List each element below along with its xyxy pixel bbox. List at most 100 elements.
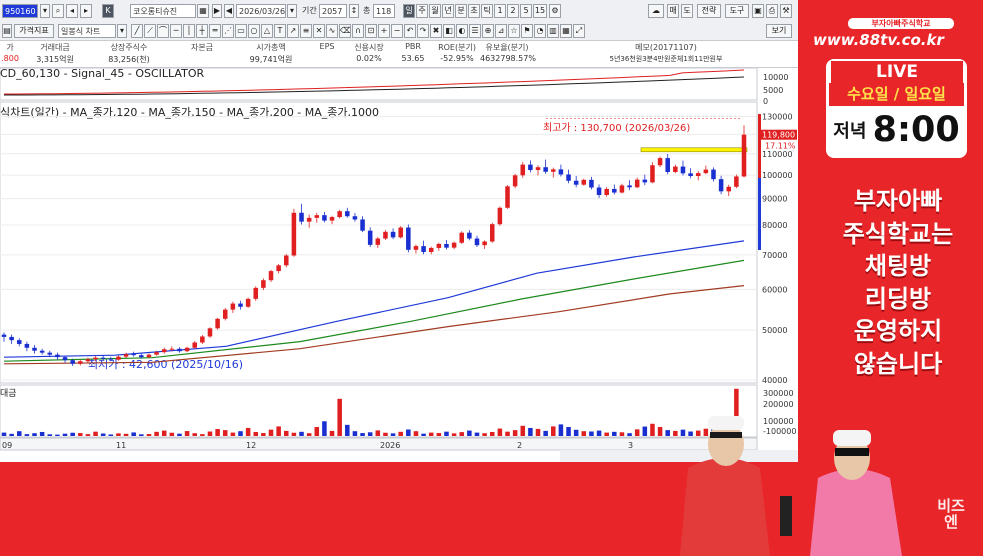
candle-body	[406, 227, 411, 250]
macd-panel	[0, 67, 758, 101]
candle-body	[352, 216, 358, 220]
channel-name: 부자아빠주식학교	[848, 18, 954, 29]
volume-bar	[337, 398, 342, 436]
candle-body	[398, 227, 403, 238]
volume-bar	[581, 431, 587, 436]
candle-body	[566, 174, 571, 181]
volume-bar	[62, 433, 68, 436]
candle-body	[192, 342, 197, 348]
volume-bar	[154, 431, 159, 436]
volume-bar	[489, 431, 495, 436]
volume-bar	[528, 427, 533, 436]
candle-body	[741, 134, 747, 177]
candle-body	[337, 211, 342, 218]
volume-bar	[108, 434, 114, 436]
volume-bar	[520, 425, 526, 436]
volume-bar	[375, 430, 381, 436]
volume-bar	[322, 421, 327, 436]
candle-body	[535, 167, 541, 171]
candle-body	[108, 358, 114, 360]
candle-body	[116, 356, 121, 360]
volume-bar	[184, 431, 190, 436]
volume-bar	[413, 431, 419, 436]
price-tick-label: 60000	[762, 285, 787, 294]
candle-body	[139, 355, 144, 358]
volume-bar	[306, 433, 312, 436]
candle-body	[261, 280, 266, 288]
candle-body	[726, 186, 732, 192]
candle-body	[734, 176, 739, 187]
volume-bar	[535, 428, 541, 436]
candle-body	[47, 352, 53, 355]
volume-bar	[78, 433, 83, 436]
candle-body	[1, 334, 7, 337]
volume-bar	[573, 429, 579, 436]
volume-bar	[32, 433, 37, 436]
volume-bar	[596, 430, 602, 436]
volume-bar	[253, 431, 259, 436]
volume-bar	[123, 433, 129, 436]
candle-body	[78, 361, 83, 364]
volume-bar	[406, 429, 411, 436]
candle-body	[345, 211, 350, 217]
candle-body	[24, 343, 30, 348]
volume-bar	[474, 432, 480, 436]
candle-body	[375, 238, 381, 245]
ma150-line	[3, 259, 745, 362]
volume-bar	[314, 427, 320, 436]
candle-body	[680, 166, 686, 174]
candle-body	[558, 169, 564, 175]
candle-body	[459, 232, 464, 243]
candle-body	[154, 352, 159, 355]
price-tick-label: 130000	[762, 112, 793, 121]
volume-bar	[566, 427, 571, 436]
candle-body	[581, 179, 587, 185]
volume-bar	[589, 431, 594, 436]
volume-bar	[39, 431, 45, 436]
price-tick-label: 90000	[762, 195, 787, 204]
candle-body	[436, 243, 442, 248]
candle-body	[100, 357, 106, 359]
volume-bar	[24, 434, 30, 436]
candle-body	[16, 340, 22, 344]
candle-body	[673, 166, 678, 172]
candle-body	[85, 359, 91, 362]
time-tick-label: 2026	[380, 441, 400, 450]
volume-bar	[9, 433, 14, 436]
price-range-bar-low	[758, 178, 761, 250]
candle-body	[650, 165, 655, 183]
candle-body	[390, 231, 396, 238]
volume-bar	[345, 424, 350, 436]
notice-text: 부자아빠 주식학교는 채팅방 리딩방 운영하지 않습니다	[842, 187, 954, 378]
live-time: 저녁 8:00	[833, 110, 960, 150]
volume-bar	[291, 432, 297, 436]
volume-bar	[93, 431, 98, 436]
candle-body	[62, 357, 68, 361]
volume-bar	[131, 432, 136, 436]
candle-body	[604, 188, 609, 195]
price-tick-label: 40000	[762, 376, 787, 385]
volume-bar	[16, 431, 22, 436]
price-tick-label: 80000	[762, 221, 787, 230]
candle-body	[642, 179, 648, 183]
candle-body	[207, 328, 213, 337]
current-price-text: 119,800	[762, 131, 795, 140]
volume-bar	[222, 430, 228, 436]
volume-bar	[276, 426, 281, 436]
price-tick-label: 100000	[762, 171, 793, 180]
volume-bar	[612, 431, 617, 436]
volume-bar	[444, 431, 449, 436]
candle-body	[467, 232, 472, 239]
candle-body	[505, 186, 510, 208]
price-chart[interactable]: 1300001100001000009000080000700006000050…	[0, 0, 798, 462]
candle-body	[695, 173, 701, 177]
time-tick-label: 11	[116, 441, 126, 450]
volume-bar	[436, 433, 442, 436]
candle-body	[718, 179, 724, 192]
volume-bar	[261, 433, 266, 436]
current-pct-text: 17.11%	[765, 142, 796, 151]
candle-body	[222, 309, 228, 319]
watermark: 비즈 엔	[937, 497, 965, 531]
candle-body	[39, 350, 45, 353]
ma120-line	[3, 240, 745, 358]
